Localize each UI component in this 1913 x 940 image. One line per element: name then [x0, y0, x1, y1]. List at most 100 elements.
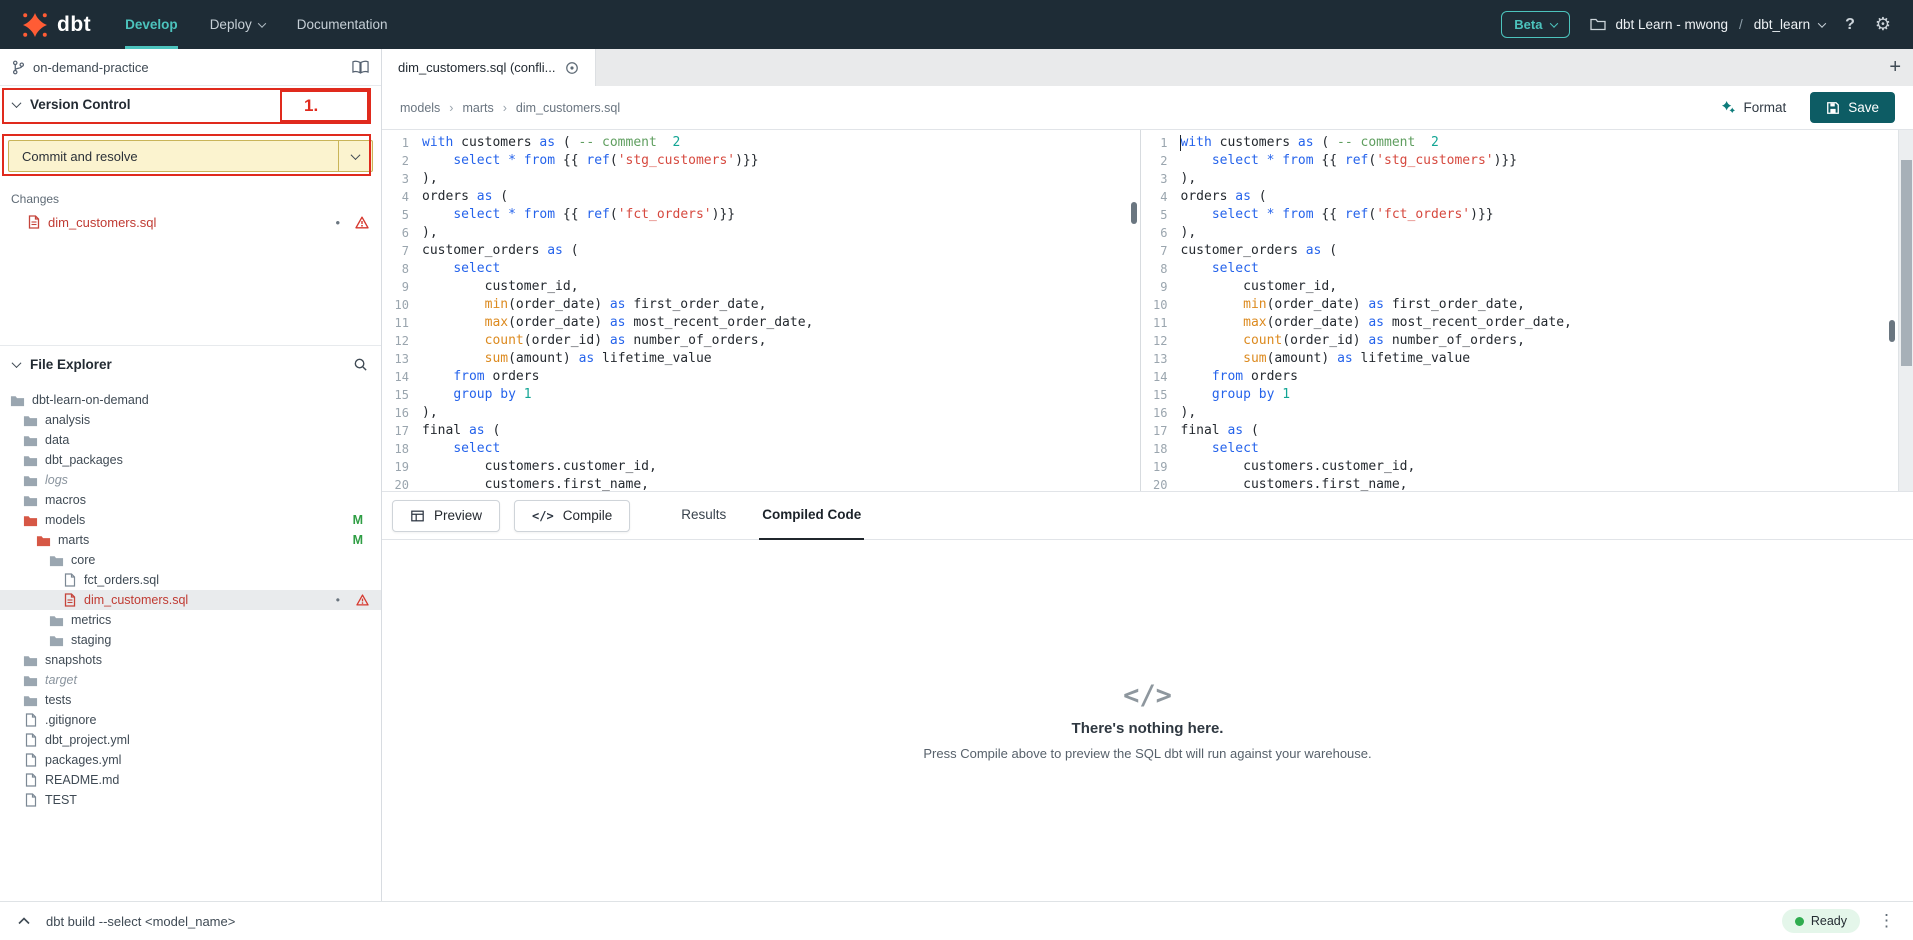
code-text: count(order_id) as number_of_orders,: [422, 332, 766, 350]
code-line[interactable]: 5 select * from {{ ref('fct_orders')}}: [1141, 206, 1899, 224]
code-line[interactable]: 2 select * from {{ ref('stg_customers')}…: [382, 152, 1140, 170]
tab-results[interactable]: Results: [678, 492, 729, 540]
code-line[interactable]: 17final as (: [382, 422, 1140, 440]
folder-icon: [49, 614, 64, 627]
tree-item-core[interactable]: core: [0, 550, 381, 570]
code-line[interactable]: 6),: [1141, 224, 1899, 242]
tree-item-dbt-learn-on-demand[interactable]: dbt-learn-on-demand: [0, 390, 381, 410]
commit-options-caret[interactable]: [338, 141, 372, 171]
code-line[interactable]: 16),: [1141, 404, 1899, 422]
code-line[interactable]: 4orders as (: [382, 188, 1140, 206]
editor-vertical-scrollbar[interactable]: [1898, 130, 1913, 491]
code-line[interactable]: 5 select * from {{ ref('fct_orders')}}: [382, 206, 1140, 224]
tree-item-data[interactable]: data: [0, 430, 381, 450]
code-line[interactable]: 3),: [1141, 170, 1899, 188]
code-line[interactable]: 15 group by 1: [382, 386, 1140, 404]
tree-item-marts[interactable]: martsM: [0, 530, 381, 550]
tree-item-dbt-packages[interactable]: dbt_packages: [0, 450, 381, 470]
code-line[interactable]: 1with customers as ( -- comment 2: [382, 134, 1140, 152]
pane-scrollbar-thumb[interactable]: [1131, 202, 1137, 224]
tab-compiled-code[interactable]: Compiled Code: [759, 492, 864, 540]
code-line[interactable]: 8 select: [382, 260, 1140, 278]
line-number: 1: [1141, 134, 1181, 152]
code-line[interactable]: 9 customer_id,: [382, 278, 1140, 296]
tree-item-label: snapshots: [45, 653, 102, 667]
code-line[interactable]: 11 max(order_date) as most_recent_order_…: [382, 314, 1140, 332]
code-line[interactable]: 14 from orders: [1141, 368, 1899, 386]
code-line[interactable]: 4orders as (: [1141, 188, 1899, 206]
commit-and-resolve-button[interactable]: Commit and resolve: [8, 140, 373, 172]
editor-pane-left[interactable]: 1with customers as ( -- comment 22 selec…: [382, 130, 1140, 491]
tree-item-dbt-project-yml[interactable]: dbt_project.yml: [0, 730, 381, 750]
scrollbar-thumb[interactable]: [1901, 160, 1912, 366]
preview-button[interactable]: Preview: [392, 500, 500, 532]
account-selector[interactable]: dbt Learn - mwong / dbt_learn: [1590, 17, 1825, 32]
code-line[interactable]: 17final as (: [1141, 422, 1899, 440]
code-line[interactable]: 10 min(order_date) as first_order_date,: [1141, 296, 1899, 314]
code-line[interactable]: 3),: [382, 170, 1140, 188]
tree-item-test[interactable]: TEST: [0, 790, 381, 810]
expand-panel-chevron-up-icon[interactable]: [18, 917, 30, 925]
code-line[interactable]: 12 count(order_id) as number_of_orders,: [1141, 332, 1899, 350]
dbt-logo[interactable]: dbt: [22, 12, 91, 38]
code-line[interactable]: 7customer_orders as (: [382, 242, 1140, 260]
file-explorer-header[interactable]: File Explorer: [0, 346, 381, 382]
code-line[interactable]: 11 max(order_date) as most_recent_order_…: [1141, 314, 1899, 332]
tab-dim-customers-sql[interactable]: dim_customers.sql (confli...: [382, 49, 596, 86]
code-line[interactable]: 8 select: [1141, 260, 1899, 278]
editor-pane-right[interactable]: 1with customers as ( -- comment 22 selec…: [1141, 130, 1899, 491]
changed-file-dim-customers[interactable]: dim_customers.sql •: [0, 210, 381, 234]
command-input[interactable]: dbt build --select <model_name>: [46, 914, 1766, 929]
tree-item-packages-yml[interactable]: packages.yml: [0, 750, 381, 770]
line-number: 2: [382, 152, 422, 170]
code-line[interactable]: 19 customers.customer_id,: [1141, 458, 1899, 476]
code-line[interactable]: 13 sum(amount) as lifetime_value: [1141, 350, 1899, 368]
code-line[interactable]: 9 customer_id,: [1141, 278, 1899, 296]
docs-book-icon[interactable]: [352, 60, 369, 74]
tree-item-dim-customers-sql[interactable]: dim_customers.sql•: [0, 590, 381, 610]
compile-button[interactable]: </> Compile: [514, 500, 630, 532]
nav-item-develop[interactable]: Develop: [125, 0, 178, 49]
tree-item-snapshots[interactable]: snapshots: [0, 650, 381, 670]
code-line[interactable]: 2 select * from {{ ref('stg_customers')}…: [1141, 152, 1899, 170]
code-line[interactable]: 12 count(order_id) as number_of_orders,: [382, 332, 1140, 350]
nav-item-deploy[interactable]: Deploy: [210, 0, 265, 49]
search-icon[interactable]: [353, 357, 368, 372]
tree-item-models[interactable]: modelsM: [0, 510, 381, 530]
tree-item-readme-md[interactable]: README.md: [0, 770, 381, 790]
code-line[interactable]: 1with customers as ( -- comment 2: [1141, 134, 1899, 152]
branch-name[interactable]: on-demand-practice: [33, 60, 344, 75]
code-line[interactable]: 13 sum(amount) as lifetime_value: [382, 350, 1140, 368]
help-icon[interactable]: ?: [1845, 16, 1855, 34]
tree-item-metrics[interactable]: metrics: [0, 610, 381, 630]
code-line[interactable]: 16),: [382, 404, 1140, 422]
code-line[interactable]: 10 min(order_date) as first_order_date,: [382, 296, 1140, 314]
code-line[interactable]: 15 group by 1: [1141, 386, 1899, 404]
nav-item-documentation[interactable]: Documentation: [297, 0, 388, 49]
kebab-menu[interactable]: ⋮: [1878, 911, 1895, 931]
code-line[interactable]: 6),: [382, 224, 1140, 242]
version-control-header[interactable]: Version Control: [0, 86, 381, 122]
format-button[interactable]: Format: [1721, 100, 1786, 115]
beta-toggle[interactable]: Beta: [1501, 11, 1570, 38]
save-button[interactable]: Save: [1810, 92, 1895, 123]
pane-scrollbar-thumb[interactable]: [1889, 320, 1895, 342]
settings-gear-icon[interactable]: ⚙: [1875, 14, 1891, 35]
code-line[interactable]: 20 customers.first_name,: [382, 476, 1140, 491]
tree-item-staging[interactable]: staging: [0, 630, 381, 650]
tree-item--gitignore[interactable]: .gitignore: [0, 710, 381, 730]
code-line[interactable]: 20 customers.first_name,: [1141, 476, 1899, 491]
new-tab-button[interactable]: +: [1889, 49, 1901, 86]
tree-item-fct-orders-sql[interactable]: fct_orders.sql: [0, 570, 381, 590]
tab-status-icon[interactable]: [565, 61, 579, 75]
tree-item-target[interactable]: target: [0, 670, 381, 690]
code-line[interactable]: 18 select: [1141, 440, 1899, 458]
code-line[interactable]: 14 from orders: [382, 368, 1140, 386]
tree-item-macros[interactable]: macros: [0, 490, 381, 510]
code-line[interactable]: 7customer_orders as (: [1141, 242, 1899, 260]
code-line[interactable]: 18 select: [382, 440, 1140, 458]
tree-item-tests[interactable]: tests: [0, 690, 381, 710]
tree-item-analysis[interactable]: analysis: [0, 410, 381, 430]
tree-item-logs[interactable]: logs: [0, 470, 381, 490]
code-line[interactable]: 19 customers.customer_id,: [382, 458, 1140, 476]
